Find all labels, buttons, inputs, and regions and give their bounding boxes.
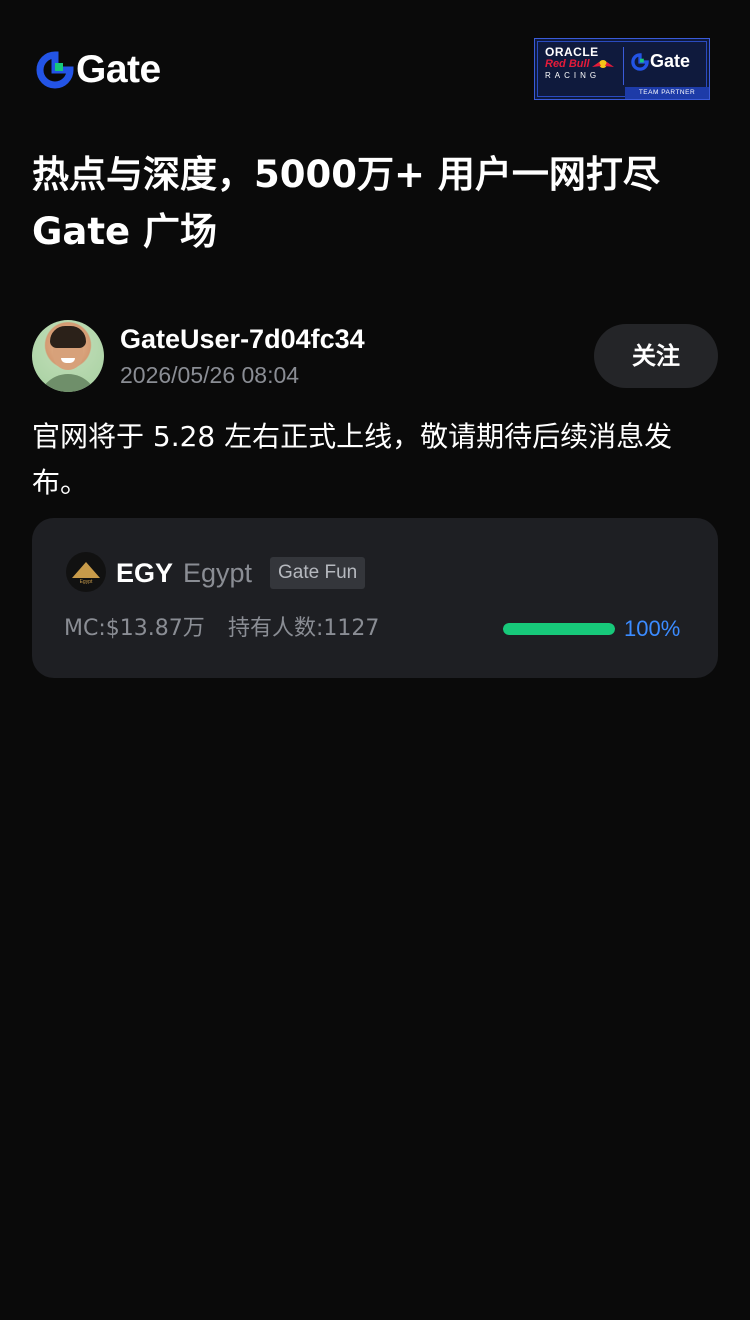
post-body: 官网将于 5.28 左右正式上线，敬请期待后续消息发布。 [32, 420, 673, 499]
header: Gate ORACLE Red Bull RACING Gate TEAM PA… [32, 36, 718, 104]
avatar[interactable] [32, 320, 104, 392]
partner-gate-logo: Gate [631, 51, 690, 72]
token-holders-count: 持有人数:1127 [228, 616, 380, 641]
gate-logo-icon [36, 51, 74, 89]
egypt-pyramid-icon: Egypt [66, 552, 106, 592]
headline-line-2: Gate 广场 [32, 210, 217, 253]
partner-racing-text: RACING [545, 71, 601, 80]
token-market-cap: MC:$13.87万 [64, 616, 205, 641]
team-partner-tag: TEAM PARTNER [625, 87, 709, 99]
partner-divider [623, 47, 624, 85]
page: Gate ORACLE Red Bull RACING Gate TEAM PA… [0, 0, 750, 1320]
token-progress-label: 100% [624, 616, 681, 641]
partner-oracle-text: ORACLE [545, 45, 599, 59]
post-header: GateUser-7d04fc34 2026/05/26 08:04 关注 [32, 320, 718, 392]
page-headline: 热点与深度，5000万+ 用户一网打尽 Gate 广场 [32, 146, 718, 260]
follow-button[interactable]: 关注 [594, 324, 718, 388]
gate-logo[interactable]: Gate [36, 48, 161, 92]
headline-line-1: 热点与深度，5000万+ 用户一网打尽 [32, 153, 660, 196]
token-platform-badge: Gate Fun [270, 557, 366, 589]
token-card[interactable]: Egypt EGY Egypt Gate Fun MC:$13.87万 持有人数… [32, 518, 718, 678]
team-partner-badge: ORACLE Red Bull RACING Gate TEAM PARTNER [534, 38, 710, 100]
token-symbol: EGY [116, 558, 174, 588]
gate-logo-small-icon [631, 52, 649, 71]
post-timestamp: 2026/05/26 08:04 [120, 362, 300, 388]
token-progress-fill [503, 623, 615, 635]
token-progress-bar [503, 623, 615, 635]
redbull-bulls-icon [592, 60, 614, 68]
partner-gate-text: Gate [650, 51, 691, 71]
token-name: Egypt [183, 558, 253, 588]
partner-redbull-text: Red Bull [545, 58, 590, 70]
token-icon-label: Egypt [79, 579, 93, 585]
logo-text: Gate [76, 48, 161, 91]
post-username[interactable]: GateUser-7d04fc34 [120, 322, 365, 356]
